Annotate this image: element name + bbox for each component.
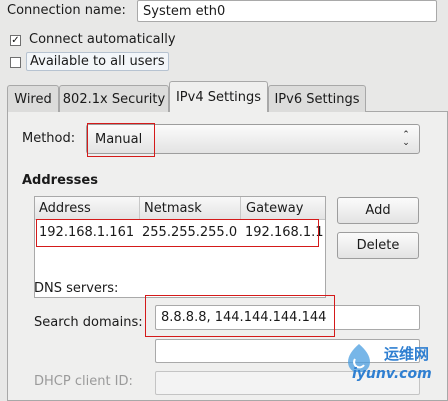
column-netmask[interactable]: Netmask (144, 201, 202, 216)
tab-ipv4-settings-label: IPv4 Settings (175, 89, 262, 105)
method-label: Method: (22, 131, 76, 146)
tab-ipv4-settings[interactable]: IPv4 Settings (169, 81, 268, 112)
tab-ipv6-settings-label: IPv6 Settings (274, 91, 360, 107)
column-divider (240, 197, 241, 219)
combo-arrows-icon: ⌃⌄ (402, 130, 410, 148)
watermark-url: iyunv.com (352, 366, 432, 382)
site-watermark: 运维网 iyunv.com (344, 340, 444, 386)
search-domains-label: Search domains: (34, 315, 143, 330)
dns-servers-label: DNS servers: (34, 281, 119, 296)
add-address-label: Add (365, 203, 391, 218)
available-to-all-users-checkbox[interactable] (10, 57, 21, 68)
method-dropdown[interactable]: Manual ⌃⌄ (86, 124, 420, 154)
table-row[interactable]: 192.168.1.161 255.255.255.0 192.168.1.1 (35, 220, 325, 244)
dhcp-client-id-label: DHCP client ID: (34, 374, 133, 389)
connection-name-input[interactable]: System eth0 (137, 0, 437, 22)
cell-netmask[interactable]: 255.255.255.0 (142, 225, 237, 240)
delete-address-button[interactable]: Delete (337, 232, 419, 259)
check-mark-icon: ✓ (11, 35, 20, 46)
dns-servers-input[interactable]: 8.8.8.8, 144.144.144.144 (155, 305, 420, 330)
column-gateway[interactable]: Gateway (246, 201, 303, 216)
tab-wired-label: Wired (14, 91, 52, 107)
watermark-title: 运维网 (384, 345, 430, 363)
method-value: Manual (95, 131, 143, 147)
addresses-table-header: Address Netmask Gateway (35, 197, 325, 220)
tab-8021x-security[interactable]: 802.1x Security (59, 85, 169, 112)
tab-8021x-security-label: 802.1x Security (62, 91, 166, 107)
connect-automatically-checkbox[interactable]: ✓ (10, 35, 21, 46)
column-divider (139, 197, 140, 219)
available-to-all-users-label[interactable]: Available to all users (26, 52, 169, 71)
addresses-heading: Addresses (22, 173, 98, 188)
add-address-button[interactable]: Add (337, 197, 419, 224)
tab-wired[interactable]: Wired (7, 85, 59, 112)
tab-ipv6-settings[interactable]: IPv6 Settings (268, 85, 366, 112)
column-address[interactable]: Address (39, 201, 91, 216)
cell-address[interactable]: 192.168.1.161 (39, 225, 134, 240)
connection-name-label: Connection name: (7, 3, 126, 18)
cell-gateway[interactable]: 192.168.1.1 (245, 225, 324, 240)
delete-address-label: Delete (356, 238, 400, 253)
connection-name-value: System eth0 (143, 3, 226, 19)
connect-automatically-label[interactable]: Connect automatically (29, 32, 176, 47)
dns-servers-value: 8.8.8.8, 144.144.144.144 (161, 310, 327, 325)
